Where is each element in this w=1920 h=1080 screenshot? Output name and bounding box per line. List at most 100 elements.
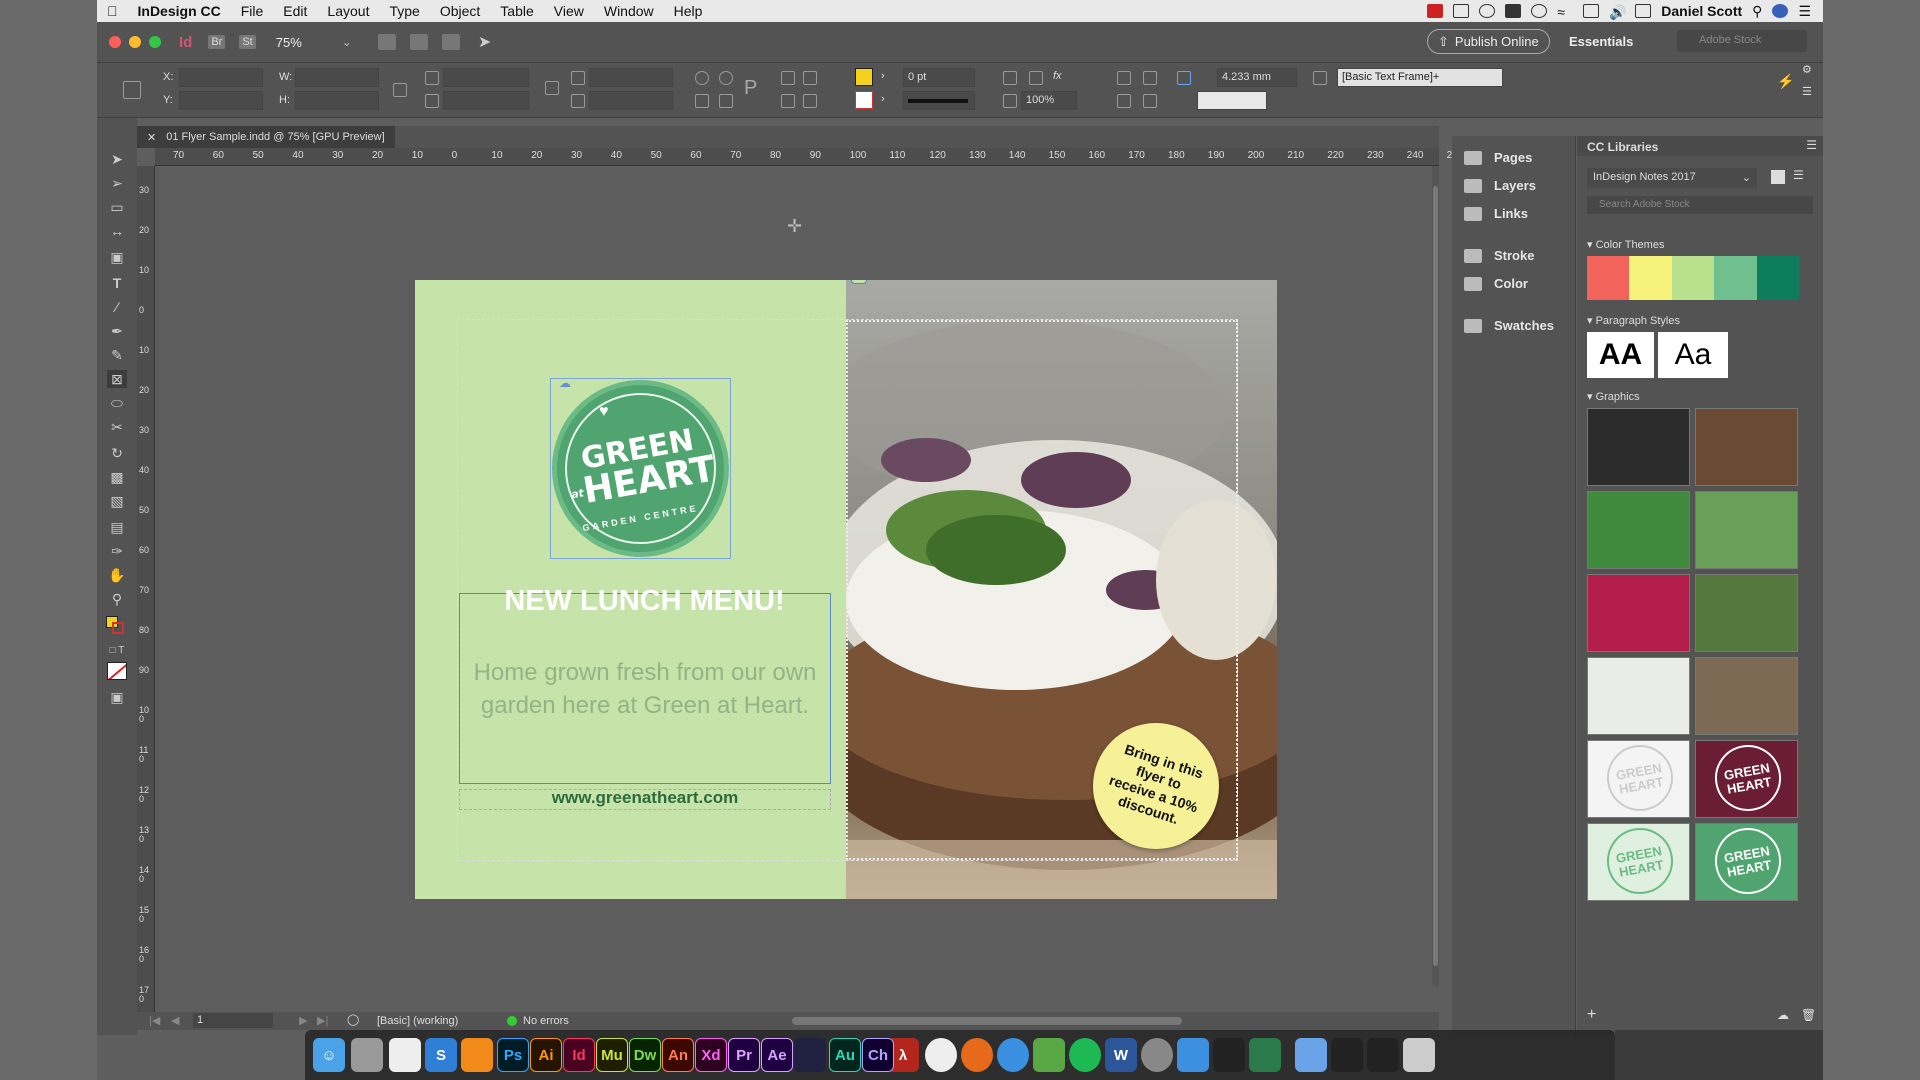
fill-menu-arrow-icon[interactable]: › — [881, 70, 885, 82]
ellipse-tool-icon[interactable]: ⬭ — [107, 394, 127, 412]
activity-monitor-icon[interactable] — [1213, 1038, 1245, 1072]
dock-app-dw-icon[interactable]: Dw — [629, 1038, 661, 1072]
word-icon[interactable]: W — [1105, 1038, 1137, 1072]
menu-view[interactable]: View — [544, 3, 594, 19]
flip-vertical-icon[interactable] — [719, 94, 733, 108]
panel-color[interactable]: Color — [1464, 276, 1528, 291]
scale-x-field[interactable] — [443, 68, 529, 87]
libraries-title[interactable]: CC Libraries — [1587, 140, 1658, 154]
stroke-type-dropdown[interactable] — [903, 91, 975, 110]
user-switch-icon[interactable] — [1635, 4, 1652, 18]
color-themes-heading[interactable]: ▾ Color Themes — [1587, 238, 1664, 251]
paragraph-style-heading[interactable]: AA — [1587, 332, 1654, 378]
zoom-dropdown-icon[interactable]: ⌄ — [342, 35, 352, 49]
menu-help[interactable]: Help — [664, 3, 713, 19]
list-view-icon[interactable]: ☰ — [1793, 168, 1804, 182]
stock-icon[interactable]: St — [239, 35, 256, 49]
p-icon[interactable]: P — [744, 77, 757, 100]
rectangle-frame-tool-icon[interactable]: ⊠ — [107, 370, 127, 388]
gap-tool-icon[interactable]: ↔ — [107, 222, 127, 240]
shear-angle-icon[interactable] — [571, 94, 585, 108]
discount-badge[interactable]: Bring in this flyer to receive a 10% dis… — [1093, 723, 1219, 849]
menu-layout[interactable]: Layout — [317, 3, 379, 19]
rotate-cw-icon[interactable] — [695, 71, 709, 85]
view-options-icon[interactable] — [377, 34, 396, 50]
screen-mode-tool-icon[interactable]: ▣ — [107, 688, 127, 706]
dock-app-ps-icon[interactable]: Ps — [497, 1038, 529, 1072]
dock-app-an-icon[interactable]: An — [662, 1038, 694, 1072]
columns-icon[interactable] — [1143, 71, 1157, 85]
measure-field[interactable]: 4.233 mm — [1217, 68, 1297, 87]
library-dropdown[interactable]: InDesign Notes 2017 ⌄ — [1587, 168, 1757, 188]
page-tool-icon[interactable]: ▭ — [107, 198, 127, 216]
vertical-ruler[interactable]: 30 20 10 0 10 20 30 40 50 60 70 80 90 100 110 120 130 140… — [137, 166, 155, 1026]
apple-icon[interactable]:  — [97, 3, 128, 19]
arrange-documents-icon[interactable] — [441, 34, 460, 50]
selection-tool-icon[interactable]: ➤ — [107, 150, 127, 168]
close-tab-icon[interactable]: ✕ — [147, 131, 156, 144]
graphic-thumb-logo-maroon[interactable]: GREEN HEART — [1695, 740, 1798, 818]
textedit-icon[interactable] — [389, 1038, 421, 1072]
object-style-dropdown[interactable]: [Basic Text Frame]+ — [1337, 68, 1503, 87]
type-tool-icon[interactable]: T — [107, 274, 127, 292]
green-heart-logo[interactable]: ♥ GREEN atHEART GARDEN CENTRE — [552, 380, 729, 557]
vertical-scroll-thumb[interactable] — [1433, 186, 1438, 966]
screen-mode-icon[interactable] — [409, 34, 428, 50]
opacity-field[interactable]: 100% — [1021, 91, 1077, 110]
width-field[interactable] — [295, 68, 379, 87]
opacity-icon[interactable] — [1003, 94, 1017, 108]
add-asset-icon[interactable]: + — [1587, 1006, 1596, 1024]
free-transform-tool-icon[interactable]: ↻ — [107, 444, 127, 462]
first-page-icon[interactable]: |◀ — [149, 1014, 160, 1027]
flyer-page[interactable]: ♥ GREEN atHEART GARDEN CENTRE ☁ NEW LUNC… — [415, 280, 1277, 899]
grid-view-icon[interactable] — [1771, 170, 1785, 184]
auto-fit-icon[interactable] — [1177, 71, 1191, 85]
app-menu[interactable]: InDesign CC — [128, 3, 231, 19]
effects-icon[interactable]: fx — [1053, 70, 1062, 82]
trash-icon[interactable]: 🗑 — [1801, 1008, 1816, 1022]
next-page-icon[interactable]: ▶ — [299, 1014, 307, 1027]
graphic-thumb-food-bowl[interactable] — [1695, 657, 1798, 735]
pencil-tool-icon[interactable]: ✎ — [107, 346, 127, 364]
trash-bin-icon[interactable] — [1403, 1038, 1435, 1072]
stroke-menu-arrow-icon[interactable]: › — [881, 93, 885, 105]
menu-object[interactable]: Object — [430, 3, 490, 19]
select-previous-icon[interactable] — [781, 94, 795, 108]
formatting-affects-container-icon[interactable]: □ T — [107, 642, 127, 660]
settings-gear-icon[interactable]: ⚙ — [1802, 63, 1812, 76]
paragraph-styles-heading[interactable]: ▾ Paragraph Styles — [1587, 314, 1680, 327]
content-grabber-handle-icon[interactable] — [851, 280, 867, 284]
graphic-thumb-logo-light-green[interactable]: GREEN HEART — [1587, 823, 1690, 901]
align-center-icon[interactable] — [1117, 94, 1131, 108]
dock-app-xd-icon[interactable]: Xd — [695, 1038, 727, 1072]
rotate-angle-field[interactable] — [589, 68, 673, 87]
documents-stack-icon[interactable] — [1367, 1038, 1399, 1072]
frame-icon[interactable] — [1029, 71, 1043, 85]
reference-point-icon[interactable] — [123, 81, 141, 99]
scale-y-icon[interactable] — [425, 94, 439, 108]
stroke-swatch[interactable] — [855, 91, 873, 109]
siri-icon[interactable] — [1772, 4, 1789, 18]
graphic-thumb-dark-infographic[interactable] — [1587, 408, 1690, 486]
zoom-tool-icon[interactable]: ⚲ — [107, 590, 127, 608]
adobe-stock-search[interactable]: Adobe Stock — [1677, 30, 1807, 52]
camtasia-icon[interactable] — [1033, 1038, 1065, 1072]
bridge-icon[interactable]: Br — [208, 35, 226, 49]
graphic-thumb-logo-green[interactable]: GREEN HEART — [1695, 823, 1798, 901]
lightning-icon[interactable]: ⚡ — [1777, 73, 1794, 90]
graphic-thumb-potted-plant[interactable] — [1587, 657, 1690, 735]
creative-cloud-icon[interactable] — [1479, 4, 1496, 18]
panel-menu-icon[interactable]: ☰ — [1802, 85, 1812, 98]
dock-app-ai-icon[interactable]: Ai — [530, 1038, 562, 1072]
excel-icon[interactable] — [1249, 1038, 1281, 1072]
scale-y-field[interactable] — [443, 91, 529, 110]
send-icon[interactable]: ➤ — [478, 32, 491, 52]
screen-icon[interactable] — [1453, 4, 1470, 18]
panel-layers[interactable]: Layers — [1464, 178, 1536, 193]
libraries-menu-icon[interactable]: ☰ — [1806, 138, 1817, 152]
dock-app-id-icon[interactable]: Id — [563, 1038, 595, 1072]
scale-x-icon[interactable] — [425, 71, 439, 85]
safari-icon[interactable] — [997, 1038, 1029, 1072]
color-theme-swatches[interactable] — [1587, 256, 1800, 300]
y-field[interactable] — [179, 91, 263, 110]
